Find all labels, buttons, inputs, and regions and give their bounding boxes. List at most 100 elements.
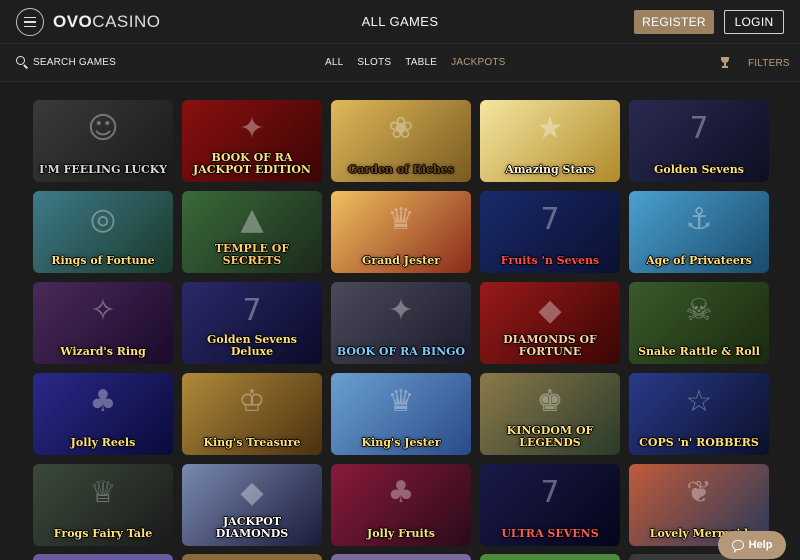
game-tile[interactable]: ✦ BOOK OF RA JACKPOT EDITION	[182, 100, 322, 182]
game-artwork-icon: ♚	[536, 384, 564, 419]
menu-icon-line	[24, 21, 36, 23]
game-tile[interactable]: ☆ COPS 'n' ROBBERS	[629, 373, 769, 455]
game-tile[interactable]: 7 Fruits 'n Sevens	[480, 191, 620, 273]
game-tile-partial[interactable]	[182, 554, 322, 560]
filter-bar: SEARCH GAMES ALL SLOTS TABLE JACKPOTS FI…	[0, 44, 800, 82]
tab-table[interactable]: TABLE	[405, 57, 437, 68]
game-tile-partial[interactable]	[33, 554, 173, 560]
game-title: Amazing Stars	[505, 163, 595, 176]
trophy-icon[interactable]	[720, 57, 730, 68]
game-artwork-icon: 7	[540, 202, 560, 237]
game-title: Rings of Fortune	[51, 254, 155, 267]
games-grid-partial-row	[33, 554, 773, 560]
game-tile[interactable]: ❀ Garden of Riches	[331, 100, 471, 182]
game-tile[interactable]: ♔ King's Treasure	[182, 373, 322, 455]
game-artwork-icon: ☆	[685, 384, 713, 419]
game-artwork-icon: ◎	[89, 202, 117, 237]
menu-icon-line	[24, 25, 36, 28]
game-tile[interactable]: ♛ Grand Jester	[331, 191, 471, 273]
menu-button[interactable]	[16, 8, 44, 36]
game-tile[interactable]: 7 Golden Sevens Deluxe	[182, 282, 322, 364]
game-title: I'M FEELING LUCKY	[39, 163, 167, 176]
game-artwork-icon: ✦	[388, 293, 414, 328]
site-logo[interactable]: OVOCASINO	[53, 12, 160, 32]
login-button[interactable]: LOGIN	[724, 10, 784, 34]
game-artwork-icon: ♛	[387, 202, 415, 237]
game-tile[interactable]: ▲ TEMPLE OF SECRETS	[182, 191, 322, 273]
game-artwork-icon: ♣	[387, 475, 415, 510]
game-artwork-icon: ▲	[240, 202, 264, 237]
game-title: Golden Sevens Deluxe	[207, 333, 297, 358]
game-tile[interactable]: ✦ BOOK OF RA BINGO	[331, 282, 471, 364]
game-title: King's Jester	[361, 436, 441, 449]
game-artwork-icon: ☠	[685, 293, 713, 328]
game-artwork-icon: ★	[536, 111, 564, 146]
game-tile[interactable]: 7 Golden Sevens	[629, 100, 769, 182]
game-title: TEMPLE OF SECRETS	[214, 242, 290, 267]
game-tile[interactable]: ♣ Jolly Reels	[33, 373, 173, 455]
game-tile[interactable]: ◆ DIAMONDS OF FORTUNE	[480, 282, 620, 364]
game-title: JACKPOT DIAMONDS	[215, 515, 289, 540]
filters-button[interactable]: FILTERS	[748, 58, 790, 69]
game-tile[interactable]: ♚ KINGDOM OF LEGENDS	[480, 373, 620, 455]
game-tile[interactable]: ☠ Snake Rattle & Roll	[629, 282, 769, 364]
game-artwork-icon: ♛	[387, 384, 415, 419]
game-title: ULTRA SEVENS	[501, 527, 599, 540]
game-title: Frogs Fairy Tale	[53, 527, 153, 540]
game-artwork-icon: ✦	[239, 111, 265, 146]
game-title: Age of Privateers	[646, 254, 752, 267]
game-tile[interactable]: ☺ I'M FEELING LUCKY	[33, 100, 173, 182]
top-header: OVOCASINO ALL GAMES REGISTER LOGIN	[0, 0, 800, 44]
game-title: Jolly Reels	[70, 436, 136, 449]
logo-primary: OVO	[53, 12, 93, 31]
game-artwork-icon: ◆	[538, 293, 562, 328]
game-title: Fruits 'n Sevens	[500, 254, 600, 267]
game-tile[interactable]: ♣ Jolly Fruits	[331, 464, 471, 546]
game-tile[interactable]: ♛ King's Jester	[331, 373, 471, 455]
menu-icon-line	[24, 16, 36, 19]
game-tile-partial[interactable]	[331, 554, 471, 560]
game-artwork-icon: ◆	[240, 475, 264, 510]
games-grid: ☺ I'M FEELING LUCKY ✦ BOOK OF RA JACKPOT ED…	[33, 100, 773, 546]
game-title: Wizard's Ring	[60, 345, 146, 358]
game-artwork-icon: ⚓	[685, 202, 713, 237]
logo-secondary: CASINO	[92, 12, 161, 31]
register-button[interactable]: REGISTER	[634, 10, 714, 34]
game-title: COPS 'n' ROBBERS	[639, 436, 759, 449]
game-tile[interactable]: ✧ Wizard's Ring	[33, 282, 173, 364]
search-label: SEARCH GAMES	[33, 56, 116, 68]
game-title: Garden of Riches	[348, 163, 454, 176]
game-title: KINGDOM OF LEGENDS	[506, 424, 594, 449]
game-tile[interactable]: ♕ Frogs Fairy Tale	[33, 464, 173, 546]
game-tile-partial[interactable]	[480, 554, 620, 560]
tab-slots[interactable]: SLOTS	[357, 57, 391, 68]
category-tabs: ALL SLOTS TABLE JACKPOTS	[325, 57, 506, 68]
game-title: BOOK OF RA BINGO	[336, 345, 466, 358]
game-title: Golden Sevens	[654, 163, 744, 176]
tab-all[interactable]: ALL	[325, 57, 343, 68]
tab-jackpots[interactable]: JACKPOTS	[451, 57, 505, 68]
game-tile[interactable]: ⚓ Age of Privateers	[629, 191, 769, 273]
game-artwork-icon: 7	[540, 475, 560, 510]
chat-bubble-icon	[731, 540, 744, 553]
game-artwork-icon: ✧	[90, 293, 116, 328]
game-tile[interactable]: 7 ULTRA SEVENS	[480, 464, 620, 546]
game-title: Snake Rattle & Roll	[638, 345, 760, 358]
help-label: Help	[748, 539, 773, 551]
game-title: King's Treasure	[203, 436, 301, 449]
game-title: DIAMONDS OF FORTUNE	[503, 333, 597, 358]
game-title: Grand Jester	[361, 254, 441, 267]
game-tile[interactable]: ★ Amazing Stars	[480, 100, 620, 182]
game-artwork-icon: ♕	[89, 475, 117, 510]
game-artwork-icon: 7	[242, 293, 262, 328]
game-artwork-icon: ☺	[87, 111, 119, 146]
search-games-button[interactable]: SEARCH GAMES	[16, 56, 116, 69]
game-artwork-icon: ♔	[238, 384, 266, 419]
game-tile[interactable]: ◆ JACKPOT DIAMONDS	[182, 464, 322, 546]
game-tile[interactable]: ◎ Rings of Fortune	[33, 191, 173, 273]
search-icon	[16, 56, 29, 69]
game-artwork-icon: ❀	[388, 111, 414, 146]
game-title: Jolly Fruits	[367, 527, 435, 540]
game-artwork-icon: ♣	[89, 384, 117, 419]
help-button[interactable]: Help	[718, 531, 786, 559]
